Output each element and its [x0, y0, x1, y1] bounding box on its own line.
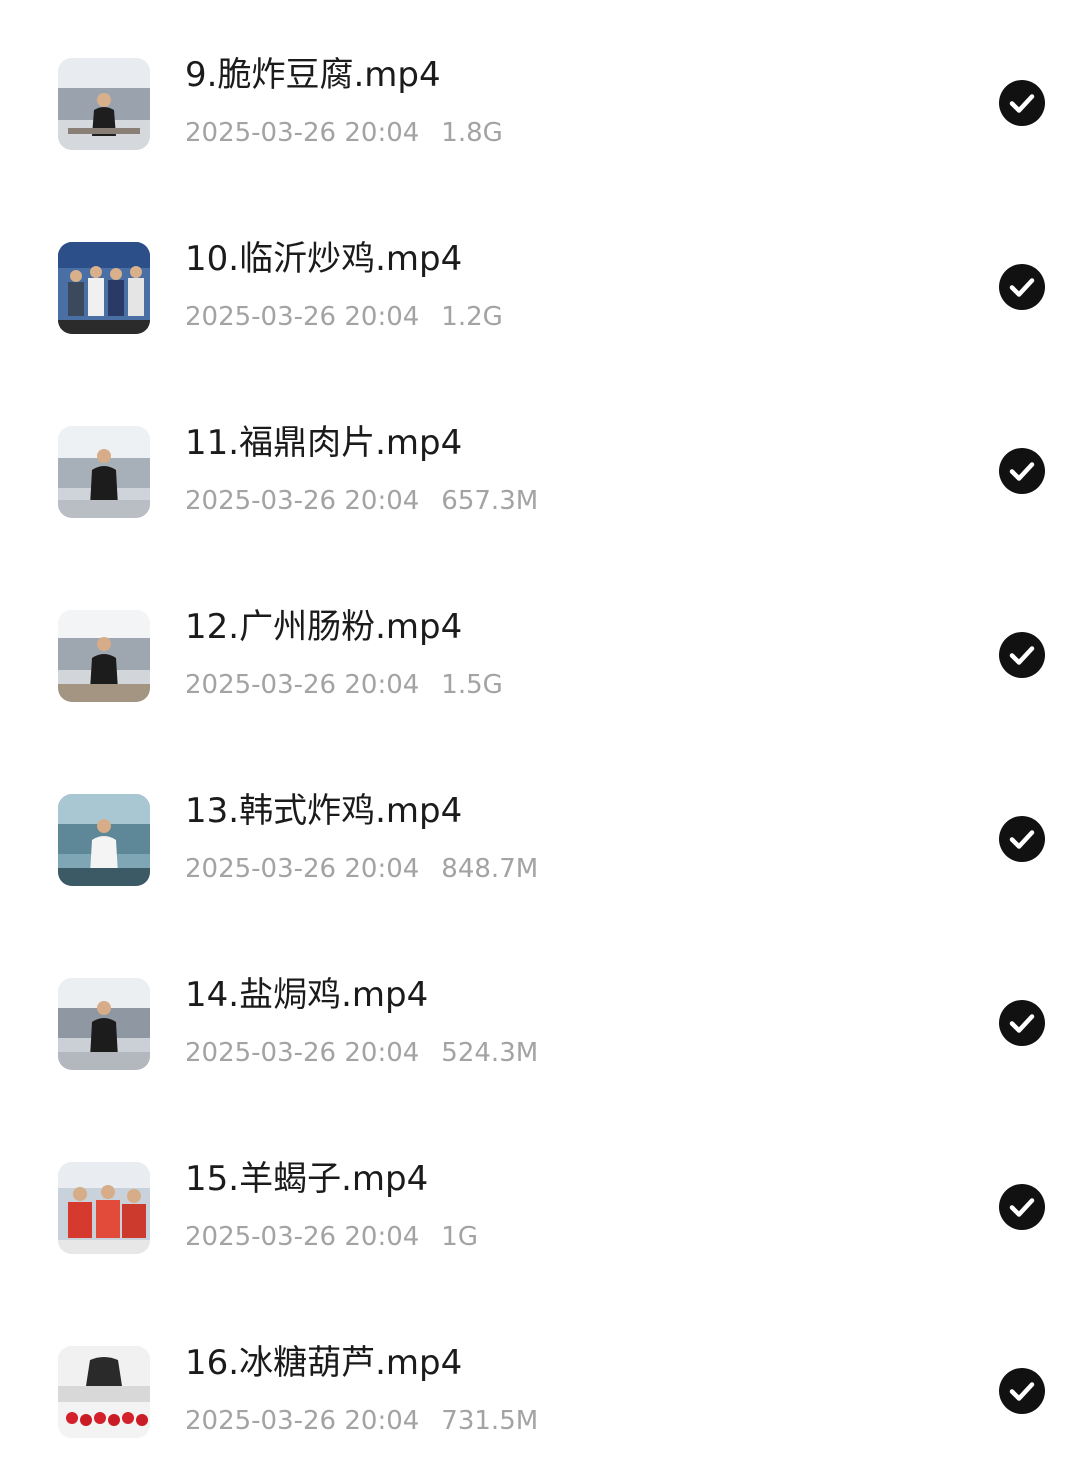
file-name: 14.盐焗鸡.mp4 — [185, 975, 429, 1015]
file-row[interactable]: 13.韩式炸鸡.mp4 2025-03-26 20:04 848.7M — [0, 736, 1080, 920]
video-thumbnail[interactable] — [58, 1346, 150, 1438]
file-size: 1.5G — [441, 670, 503, 700]
file-meta: 2025-03-26 20:04 524.3M — [185, 1036, 538, 1070]
file-name: 12.广州肠粉.mp4 — [185, 607, 463, 647]
file-size: 731.5M — [441, 1406, 539, 1436]
checkmark-icon[interactable] — [999, 1000, 1045, 1046]
video-thumbnail[interactable] — [58, 1162, 150, 1254]
checkmark-icon[interactable] — [999, 448, 1045, 494]
file-name: 11.福鼎肉片.mp4 — [185, 423, 463, 463]
file-size: 1.8G — [441, 118, 503, 148]
chef-kitchen-icon — [58, 58, 150, 150]
file-name: 13.韩式炸鸡.mp4 — [185, 791, 463, 831]
file-row[interactable]: 15.羊蝎子.mp4 2025-03-26 20:04 1G — [0, 1104, 1080, 1288]
file-row[interactable]: 9.脆炸豆腐.mp4 2025-03-26 20:04 1.8G — [0, 0, 1080, 184]
group-photo-icon — [58, 242, 150, 334]
checkmark-icon[interactable] — [999, 264, 1045, 310]
file-date: 2025-03-26 20:04 — [185, 302, 420, 332]
file-meta: 2025-03-26 20:04 1G — [185, 1220, 478, 1254]
file-row[interactable]: 16.冰糖葫芦.mp4 2025-03-26 20:04 731.5M — [0, 1288, 1080, 1472]
file-row[interactable]: 14.盐焗鸡.mp4 2025-03-26 20:04 524.3M — [0, 920, 1080, 1104]
file-size: 848.7M — [441, 854, 539, 884]
checkmark-icon[interactable] — [999, 816, 1045, 862]
checkmark-icon[interactable] — [999, 80, 1045, 126]
file-meta: 2025-03-26 20:04 848.7M — [185, 852, 538, 886]
file-date: 2025-03-26 20:04 — [185, 1038, 420, 1068]
candied-fruit-icon — [58, 1346, 150, 1438]
file-meta: 2025-03-26 20:04 731.5M — [185, 1404, 538, 1438]
file-size: 1.2G — [441, 302, 503, 332]
video-thumbnail[interactable] — [58, 978, 150, 1070]
file-row[interactable]: 11.福鼎肉片.mp4 2025-03-26 20:04 657.3M — [0, 368, 1080, 552]
chef-kitchen-icon — [58, 978, 150, 1070]
file-list: 9.脆炸豆腐.mp4 2025-03-26 20:04 1.8G 10.临沂炒鸡… — [0, 0, 1080, 1477]
file-row[interactable]: 12.广州肠粉.mp4 2025-03-26 20:04 1.5G — [0, 552, 1080, 736]
chef-kitchen-icon — [58, 610, 150, 702]
file-meta: 2025-03-26 20:04 1.5G — [185, 668, 503, 702]
video-thumbnail[interactable] — [58, 242, 150, 334]
file-size: 657.3M — [441, 486, 539, 516]
file-row[interactable]: 10.临沂炒鸡.mp4 2025-03-26 20:04 1.2G — [0, 184, 1080, 368]
file-size: 524.3M — [441, 1038, 539, 1068]
file-date: 2025-03-26 20:04 — [185, 486, 420, 516]
checkmark-icon[interactable] — [999, 632, 1045, 678]
file-date: 2025-03-26 20:04 — [185, 1406, 420, 1436]
chef-kitchen-icon — [58, 426, 150, 518]
file-name: 9.脆炸豆腐.mp4 — [185, 55, 441, 95]
file-meta: 2025-03-26 20:04 657.3M — [185, 484, 538, 518]
video-thumbnail[interactable] — [58, 610, 150, 702]
checkmark-icon[interactable] — [999, 1368, 1045, 1414]
checkmark-icon[interactable] — [999, 1184, 1045, 1230]
file-name: 16.冰糖葫芦.mp4 — [185, 1343, 463, 1383]
video-thumbnail[interactable] — [58, 58, 150, 150]
file-date: 2025-03-26 20:04 — [185, 118, 420, 148]
file-meta: 2025-03-26 20:04 1.2G — [185, 300, 503, 334]
file-date: 2025-03-26 20:04 — [185, 854, 420, 884]
chef-white-icon — [58, 794, 150, 886]
video-thumbnail[interactable] — [58, 426, 150, 518]
video-thumbnail[interactable] — [58, 794, 150, 886]
file-meta: 2025-03-26 20:04 1.8G — [185, 116, 503, 150]
group-red-icon — [58, 1162, 150, 1254]
file-size: 1G — [441, 1222, 478, 1252]
file-name: 15.羊蝎子.mp4 — [185, 1159, 429, 1199]
file-date: 2025-03-26 20:04 — [185, 670, 420, 700]
file-name: 10.临沂炒鸡.mp4 — [185, 239, 463, 279]
file-date: 2025-03-26 20:04 — [185, 1222, 420, 1252]
